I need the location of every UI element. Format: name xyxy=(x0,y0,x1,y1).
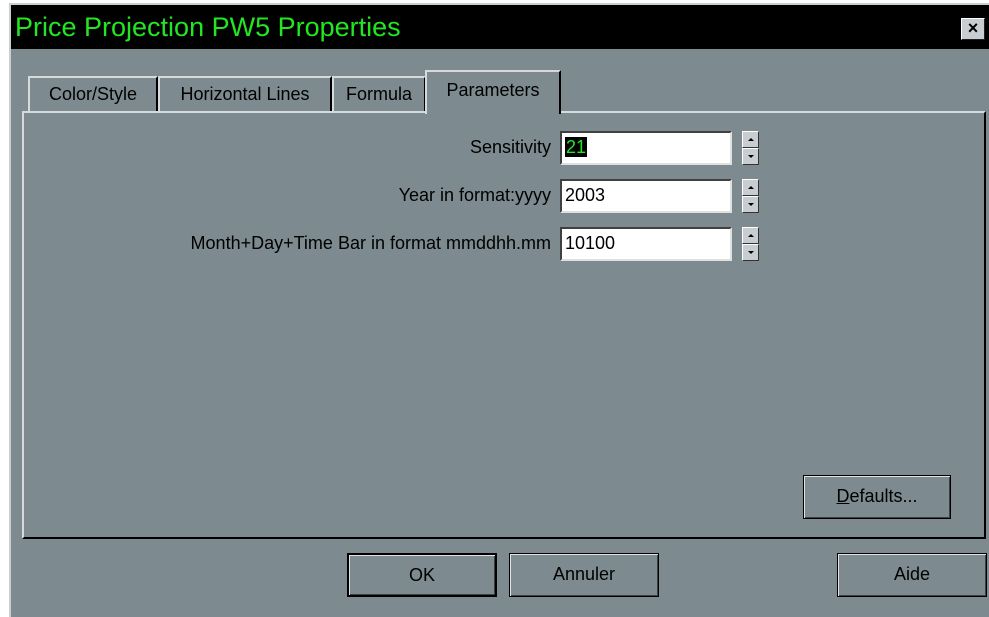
year-input[interactable]: 2003 xyxy=(560,179,732,213)
defaults-mnemonic: D xyxy=(836,486,850,506)
defaults-button[interactable]: Defaults... xyxy=(803,475,951,519)
tab-parameters[interactable]: Parameters xyxy=(425,70,561,114)
spin-up-button[interactable] xyxy=(742,179,759,196)
arrow-down-icon xyxy=(748,251,754,254)
spin-up-button[interactable] xyxy=(742,227,759,244)
year-label: Year in format:yyyy xyxy=(398,185,551,205)
defaults-label: efaults... xyxy=(849,486,918,506)
month-spinner[interactable] xyxy=(742,227,759,261)
year-spinner[interactable] xyxy=(742,179,759,213)
tab-label: Parameters xyxy=(446,80,540,100)
arrow-down-icon xyxy=(748,155,754,158)
title-bar[interactable]: Price Projection PW5 Properties × xyxy=(11,5,989,49)
month-input[interactable]: 10100 xyxy=(560,227,732,261)
sensitivity-value: 21 xyxy=(565,137,588,157)
ok-button[interactable]: OK xyxy=(347,553,497,597)
tab-formula[interactable]: Formula xyxy=(332,76,426,111)
tab-color-style[interactable]: Color/Style xyxy=(28,76,158,111)
help-button[interactable]: Aide xyxy=(837,553,987,597)
tab-horizontal-lines[interactable]: Horizontal Lines xyxy=(158,76,332,111)
sensitivity-input[interactable]: 21 xyxy=(560,131,732,165)
month-label: Month+Day+Time Bar in format mmddhh.mm xyxy=(190,233,551,253)
tab-label: Formula xyxy=(345,84,412,104)
spin-down-button[interactable] xyxy=(742,244,759,261)
arrow-up-icon xyxy=(748,186,754,189)
sensitivity-label: Sensitivity xyxy=(469,137,551,157)
sensitivity-spinner[interactable] xyxy=(742,131,759,165)
cancel-button[interactable]: Annuler xyxy=(509,553,659,597)
arrow-down-icon xyxy=(748,203,754,206)
arrow-up-icon xyxy=(748,234,754,237)
close-button[interactable]: × xyxy=(961,18,985,40)
tab-label: Horizontal Lines xyxy=(180,84,310,104)
dialog-title: Price Projection PW5 Properties xyxy=(15,12,401,42)
properties-dialog: Price Projection PW5 Properties × Color/… xyxy=(9,3,989,617)
spin-down-button[interactable] xyxy=(742,196,759,213)
spin-down-button[interactable] xyxy=(742,148,759,165)
tab-label: Color/Style xyxy=(48,84,138,104)
spin-up-button[interactable] xyxy=(742,131,759,148)
arrow-up-icon xyxy=(748,138,754,141)
